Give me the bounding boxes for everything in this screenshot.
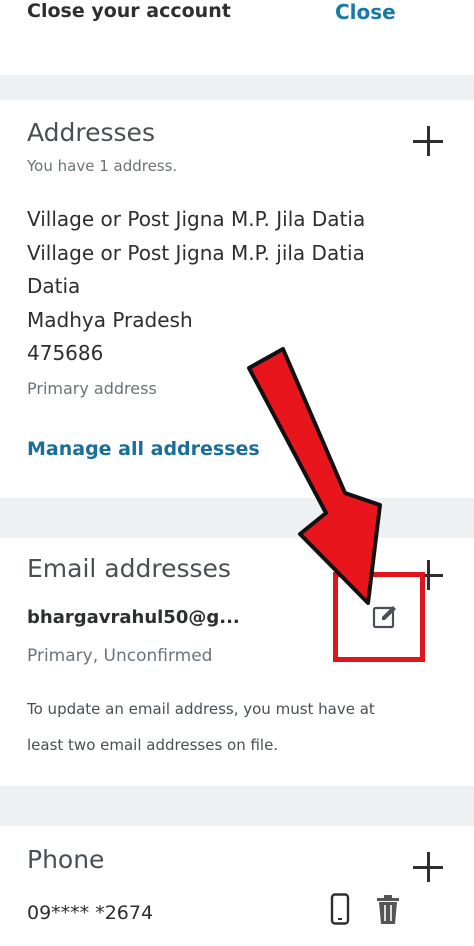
email-addresses-title: Email addresses [27,554,231,583]
address-line: 475686 [27,341,104,365]
address-line: Village or Post Jigna M.P. Jila Datia [27,207,366,231]
section-divider [0,498,474,538]
close-account-label: Close your account [27,0,231,22]
add-address-plus-icon[interactable] [413,126,443,156]
close-account-link[interactable]: Close [335,0,396,24]
primary-address-label: Primary address [27,379,157,398]
add-phone-plus-icon[interactable] [413,852,443,882]
email-update-note-line1: To update an email address, you must hav… [27,700,375,718]
section-divider [0,75,474,100]
phone-panel [0,826,474,946]
phone-number: 09**** *2674 [27,902,154,924]
address-line: Village or Post Jigna M.P. jila Datia [27,241,365,265]
annotation-highlight-box [333,572,425,662]
email-status: Primary, Unconfirmed [27,646,213,666]
section-divider [0,786,474,826]
phone-title: Phone [27,845,105,874]
addresses-title: Addresses [27,118,155,147]
manage-all-addresses-link[interactable]: Manage all addresses [27,438,260,460]
address-count: You have 1 address. [27,157,178,175]
address-line: Datia [27,274,81,298]
address-line: Madhya Pradesh [27,308,193,332]
trash-icon[interactable] [376,895,400,925]
mobile-phone-icon [330,893,350,925]
email-update-note-line2: least two email addresses on file. [27,736,279,754]
email-address: bhargavrahul50@g... [27,607,240,628]
